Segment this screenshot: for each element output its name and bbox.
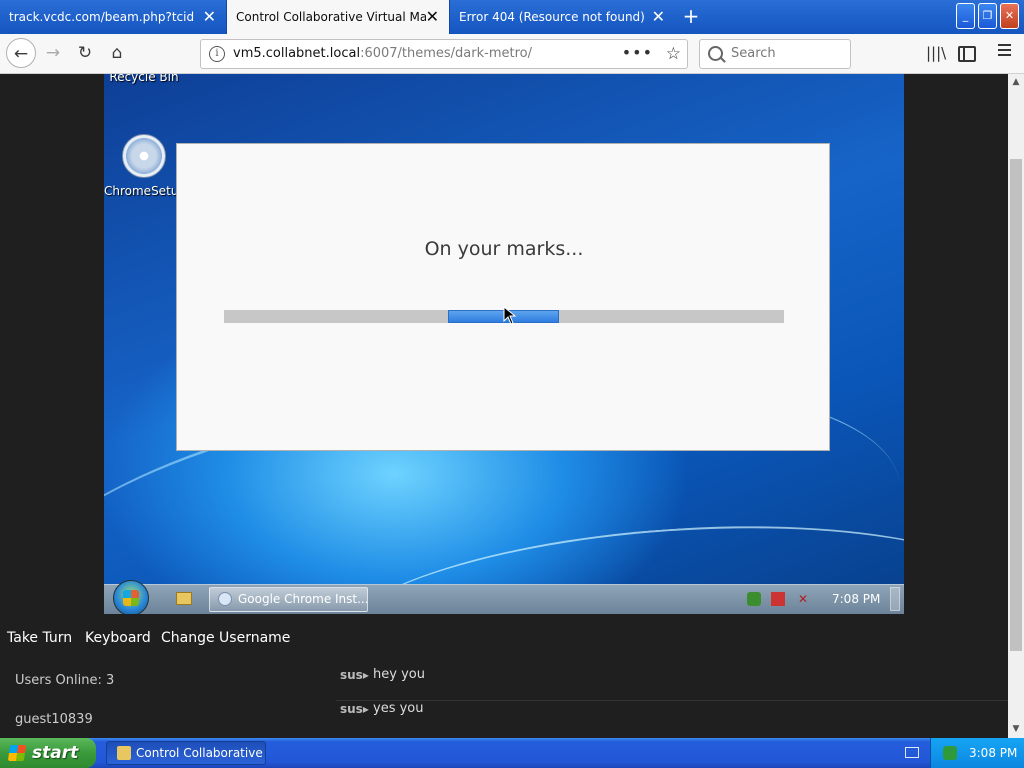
host-clock[interactable]: 3:08 PM: [969, 738, 1017, 768]
tab-label: Error 404 (Resource not found): [459, 10, 644, 24]
host-taskbar: start Control Collaborative ... 3:08 PM: [0, 738, 1024, 768]
vm-taskbar: Google Chrome Inst... ✕ 7:08 PM: [104, 580, 904, 614]
url-host: vm5.collabnet.local: [233, 46, 361, 61]
navigation-toolbar: ← → ↻ ⌂ i vm5.collabnet.local:6007/theme…: [0, 34, 1024, 74]
reload-button[interactable]: ↻: [72, 40, 98, 66]
network-icon[interactable]: [771, 592, 785, 606]
windows-flag-icon: [7, 745, 27, 761]
firefox-icon: [117, 746, 131, 760]
scroll-up-arrow-icon[interactable]: ▲: [1008, 74, 1024, 90]
minimize-window-button[interactable]: _: [956, 3, 975, 29]
close-tab-icon[interactable]: ✕: [203, 0, 216, 34]
vm-clock[interactable]: 7:08 PM: [832, 585, 880, 613]
user-list-item: guest10839: [15, 712, 93, 727]
desktop-icon-chromesetup[interactable]: ChromeSetu...: [104, 134, 190, 198]
desktop-icon-recycle-bin[interactable]: Recycle Bin: [104, 74, 184, 84]
tab-control-collaborative[interactable]: Control Collaborative Virtual Machines! …: [226, 0, 450, 34]
site-info-icon[interactable]: i: [209, 46, 225, 62]
tab-error-404[interactable]: Error 404 (Resource not found) ✕: [450, 0, 675, 34]
close-window-button[interactable]: ✕: [1000, 3, 1019, 29]
keyboard-button[interactable]: Keyboard: [85, 630, 151, 646]
users-online-count: Users Online: 3: [15, 673, 115, 688]
progress-bar: [224, 306, 784, 325]
desktop-icon-label: Recycle Bin: [109, 74, 179, 84]
back-button[interactable]: ←: [6, 38, 36, 68]
bookmark-star-icon[interactable]: ☆: [666, 40, 681, 68]
windows-start-orb-icon[interactable]: [113, 580, 149, 614]
chat-message: sus▸ yes you: [336, 700, 1008, 734]
installer-disc-icon: [122, 134, 166, 178]
mouse-cursor-icon: [503, 306, 517, 325]
sound-muted-icon[interactable]: ✕: [796, 592, 810, 606]
chrome-installer-icon: [218, 592, 232, 606]
change-username-button[interactable]: Change Username: [161, 630, 290, 646]
take-turn-button[interactable]: Take Turn: [7, 630, 72, 646]
tab-label: track.vcdc.com/beam.php?tcid=&targ: [9, 10, 194, 24]
vm-task-label: Google Chrome Inst...: [238, 592, 368, 606]
host-task-label: Control Collaborative ...: [136, 746, 266, 760]
url-path: :6007/themes/dark-metro/: [360, 46, 532, 61]
chat-message: sus▸ hey you: [336, 666, 1008, 701]
page-scrollbar[interactable]: ▲ ▼: [1008, 74, 1024, 738]
library-icon[interactable]: |||\: [926, 44, 946, 62]
chat-username: sus▸: [340, 668, 369, 682]
chat-text: hey you: [373, 667, 425, 682]
vm-screen[interactable]: Recycle Bin ChromeSetu... On your marks.…: [104, 74, 904, 614]
forward-button[interactable]: →: [40, 40, 66, 66]
page-actions-icon[interactable]: •••: [622, 40, 653, 66]
explorer-folder-icon[interactable]: [176, 592, 192, 605]
tab-strip: track.vcdc.com/beam.php?tcid=&targ ✕ Con…: [0, 0, 1024, 34]
start-label: start: [32, 743, 79, 763]
host-taskbar-task-firefox[interactable]: Control Collaborative ...: [106, 741, 266, 765]
scroll-down-arrow-icon[interactable]: ▼: [1008, 721, 1024, 737]
search-icon: [708, 46, 723, 61]
search-box[interactable]: Search: [699, 39, 851, 69]
chat-username: sus▸: [340, 702, 369, 716]
network-tray-icon[interactable]: [943, 746, 957, 760]
close-tab-icon[interactable]: ✕: [426, 0, 439, 34]
show-desktop-button[interactable]: [890, 587, 900, 611]
tab-label: Control Collaborative Virtual Machines!: [236, 10, 426, 24]
home-button[interactable]: ⌂: [104, 40, 130, 66]
sidebar-icon[interactable]: [958, 46, 976, 62]
start-button[interactable]: start: [0, 738, 96, 768]
close-tab-icon[interactable]: ✕: [652, 0, 665, 34]
scrollbar-thumb[interactable]: [1010, 159, 1022, 651]
system-tray: 3:08 PM: [930, 738, 1024, 768]
installer-message: On your marks...: [424, 238, 584, 260]
installer-dialog: On your marks...: [176, 143, 830, 451]
url-text[interactable]: vm5.collabnet.local:6007/themes/dark-met…: [233, 40, 532, 68]
keyboard-layout-icon[interactable]: [905, 747, 919, 758]
chat-text: yes you: [373, 701, 424, 716]
restore-window-button[interactable]: ❐: [978, 3, 997, 29]
page-content: Recycle Bin ChromeSetu... On your marks.…: [0, 74, 1008, 738]
vm-taskbar-task-chrome-installer[interactable]: Google Chrome Inst...: [209, 587, 368, 612]
menu-icon[interactable]: [998, 44, 1011, 59]
search-placeholder: Search: [731, 46, 776, 61]
new-tab-button[interactable]: +: [680, 0, 702, 34]
action-center-icon[interactable]: [747, 592, 761, 606]
address-bar[interactable]: i vm5.collabnet.local:6007/themes/dark-m…: [200, 39, 688, 69]
tab-track-vcdc[interactable]: track.vcdc.com/beam.php?tcid=&targ ✕: [0, 0, 226, 34]
